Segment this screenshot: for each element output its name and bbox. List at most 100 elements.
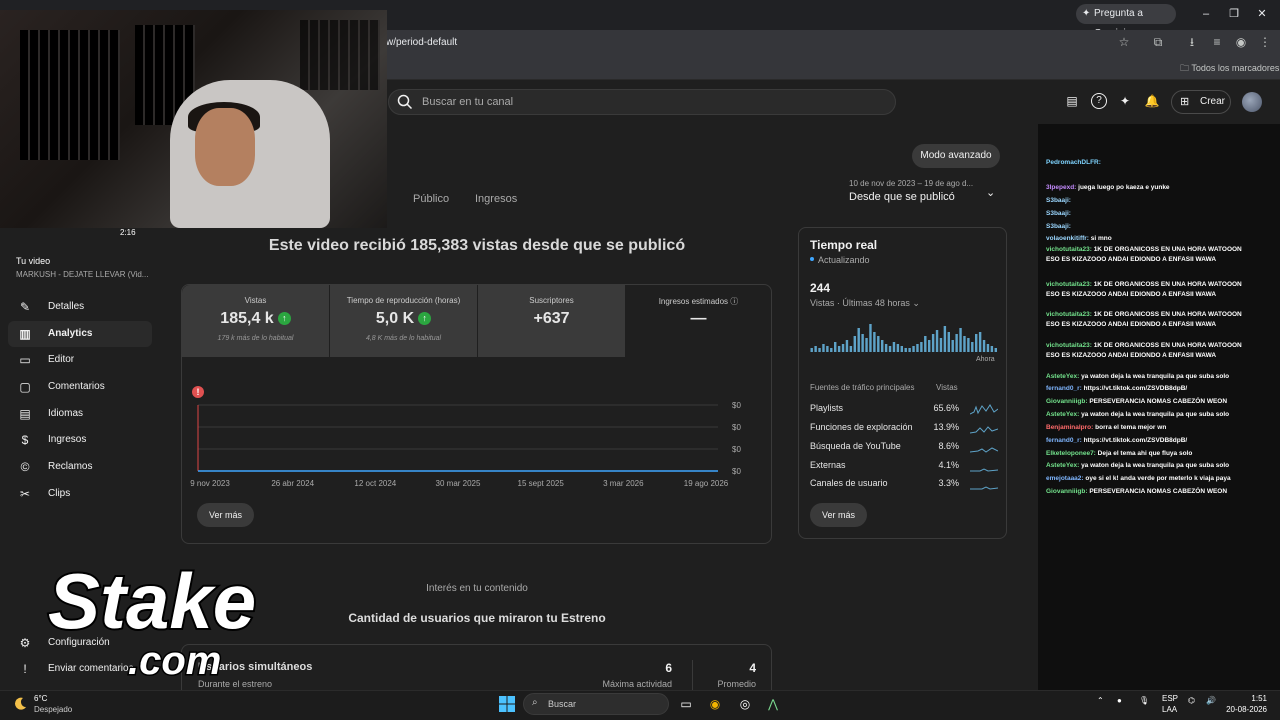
metric-revenue[interactable]: Ingresos estimados ⓘ — [625,285,772,357]
chat-username[interactable]: Giovanniiigb: [1046,488,1088,495]
chat-username[interactable]: volaoenkitiffr: [1046,235,1089,242]
metric-watch-time[interactable]: Tiempo de reproducción (horas) 5,0 K ↑ 4,… [330,285,477,357]
clock-date[interactable]: 20-08-2026 [1220,705,1267,714]
chat-username[interactable]: Elketeloponee7: [1046,450,1096,457]
sidebar-item-ingresos[interactable]: $ Ingresos [8,427,152,453]
obs-icon[interactable]: ◎ [737,696,753,712]
sidebar-item-detalles[interactable]: ✎ Detalles [8,294,152,320]
volume-icon[interactable]: 🔊 [1206,696,1216,705]
weather-condition[interactable]: Despejado [34,705,72,714]
sidebar-item-clips[interactable]: ✂ Clips [8,481,152,507]
realtime-see-more-button[interactable]: Ver más [810,503,867,527]
info-icon[interactable]: ⓘ [730,297,738,306]
traffic-source-row[interactable]: Búsqueda de YouTube 8.6% [810,441,998,460]
sidebar-item-idiomas[interactable]: ▤ Idiomas [8,401,152,427]
see-more-button[interactable]: Ver más [197,503,254,527]
taskbar-search[interactable] [523,693,669,715]
wifi-icon[interactable]: ⌬ [1188,696,1195,705]
search-input[interactable]: Buscar en tu canal [422,96,513,108]
metric-divider [692,660,693,690]
avatar[interactable] [1242,92,1262,112]
traffic-source-row[interactable]: Playlists 65.6% [810,403,998,422]
realtime-bar [908,348,911,352]
tray-chevron-icon[interactable]: ⌃ [1097,696,1104,705]
create-button[interactable]: ⊞ Crear [1171,90,1231,114]
lang-primary[interactable]: ESP [1162,694,1178,703]
chat-username[interactable]: fernand0_r: [1046,385,1082,392]
views-line-chart: $0 $0 $0 $0 9 nov 2023 26 abr 2024 12 oct 2024… [190,401,741,488]
all-bookmarks[interactable]: 🗀 Todos los marcadores [1180,61,1279,77]
clock-time[interactable]: 1:51 [1225,694,1267,703]
task-view-icon[interactable]: ▭ [678,696,694,712]
chat-username[interactable]: PedromachDLFR: [1046,159,1101,166]
close-icon[interactable]: ✕ [1256,8,1268,20]
notifications-icon[interactable]: 🔔 [1144,93,1160,109]
extensions-icon[interactable]: ⧉ [1151,35,1165,49]
restore-icon[interactable]: ❐ [1228,8,1240,20]
realtime-bar [935,330,939,352]
tab-ingresos[interactable]: Ingresos [475,193,517,205]
app-icon[interactable]: ⋀ [765,696,781,712]
windows-start-icon[interactable] [499,696,515,712]
sidebar-item-comentarios[interactable]: ▢ Comentarios [8,374,152,400]
lang-secondary[interactable]: LAA [1162,705,1177,714]
mic-icon[interactable]: 🎙 [1139,696,1149,705]
chat-username[interactable]: vichotutaita23: [1046,246,1092,253]
chat-username[interactable]: vichotutaita23: [1046,281,1092,288]
metric-subscribers[interactable]: Suscriptores +637 [478,285,625,357]
chat-username[interactable]: AsteteYex: [1046,373,1079,380]
chat-username[interactable]: 3lpepexd: [1046,184,1076,191]
realtime-bar-chart [810,324,997,352]
weather-temp[interactable]: 6°C [34,694,47,703]
realtime-bar [837,346,841,352]
traffic-source-row[interactable]: Externas 4.1% [810,460,998,479]
metric-views[interactable]: Vistas 185,4 k ↑ 179 k más de lo habitual [182,285,329,357]
chat-username[interactable]: S3baaji: [1046,223,1071,230]
chat-username[interactable]: emejotaaa2: [1046,475,1084,482]
minimize-icon[interactable]: – [1200,8,1212,20]
realtime-bar [865,338,868,352]
chat-username[interactable]: S3baaji: [1046,197,1071,204]
chat-username[interactable]: fernand0_r: [1046,437,1082,444]
chat-username[interactable]: AsteteYex: [1046,462,1079,469]
download-icon[interactable]: ⭳ [1185,35,1199,49]
gemini-sparkle-icon: ✦ [1082,8,1091,19]
sidebar-item-editor[interactable]: ▭ Editor [8,347,152,373]
sidebar-item-analytics[interactable]: ▥ Analytics [8,321,152,347]
traffic-source-row[interactable]: Canales de usuario 3.3% [810,478,998,497]
chat-username[interactable]: vichotutaita23: [1046,342,1092,349]
chat-username[interactable]: vichotutaita23: [1046,311,1092,318]
sidebar-item-reclamos[interactable]: © Reclamos [8,454,152,480]
traffic-source-name: Canales de usuario [810,478,888,488]
profile-icon[interactable]: ◉ [1234,35,1248,49]
metric-label: Ingresos estimados [658,297,729,306]
realtime-bar [814,346,817,352]
realtime-period[interactable]: Vistas · Últimas 48 horas ⌄ [810,298,920,309]
advanced-mode-button[interactable]: Modo avanzado [912,144,1000,168]
chat-text: https://vt.tiktok.com/ZSVDB8dpB/ [1083,385,1188,392]
help-icon[interactable]: ? [1091,93,1107,109]
realtime-bar [822,344,825,352]
chat-username[interactable]: Giovanniiigb: [1046,398,1088,405]
video-title[interactable]: MARKUSH - DEJATE LLEVAR (Vid... [16,270,148,279]
sparkle-icon[interactable]: ✦ [1117,93,1133,109]
realtime-bar [861,334,864,352]
metric-value: 185,4 k [220,310,274,327]
tab-publico[interactable]: Público [413,193,449,205]
playlist-icon[interactable]: ≡ [1210,35,1224,49]
gemini-button[interactable]: ✦ Pregunta a Gemini [1076,4,1176,39]
chat-username[interactable]: AsteteYex: [1046,411,1079,418]
chrome-icon[interactable]: ◉ [707,696,723,712]
date-range-dates[interactable]: 10 de nov de 2023 – 19 de ago d... [849,179,973,188]
traffic-source-row[interactable]: Funciones de exploración 13.9% [810,422,998,441]
chat-username[interactable]: Benjaminalpro: [1046,424,1093,431]
chat-username[interactable]: S3baaji: [1046,210,1071,217]
star-icon[interactable]: ☆ [1117,35,1131,49]
chevron-down-icon[interactable]: ⌄ [986,186,995,199]
discord-icon[interactable]: ● [1117,696,1122,705]
sidebar-item-label: Clips [48,488,71,499]
date-range-label[interactable]: Desde que se publicó [849,191,955,203]
menu-icon[interactable]: ⋮ [1258,35,1272,49]
captions-icon[interactable]: ▤ [1064,93,1080,109]
url-text[interactable]: w/period-default [386,37,457,48]
